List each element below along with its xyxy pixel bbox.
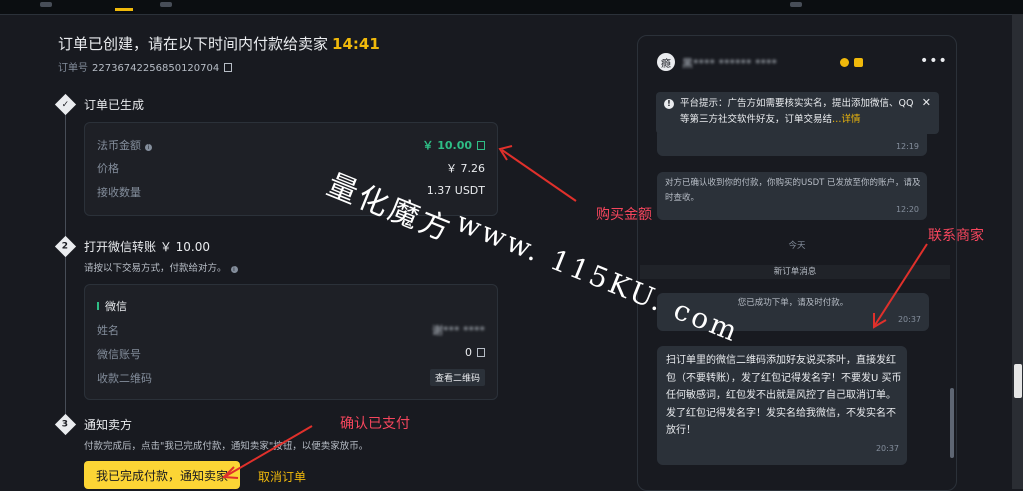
annotation-arrows [221, 145, 928, 479]
arrow-contact-seller [874, 243, 928, 326]
arrow-head [873, 313, 887, 329]
annotation-contact-seller: 联系商家 [928, 228, 984, 244]
arrow-confirm-paid [225, 425, 313, 477]
arrow-buy-amount [501, 149, 577, 202]
annotation-confirm-paid: 确认已支付 [340, 416, 410, 432]
annotation-buy-amount: 购买金额 [596, 207, 652, 223]
